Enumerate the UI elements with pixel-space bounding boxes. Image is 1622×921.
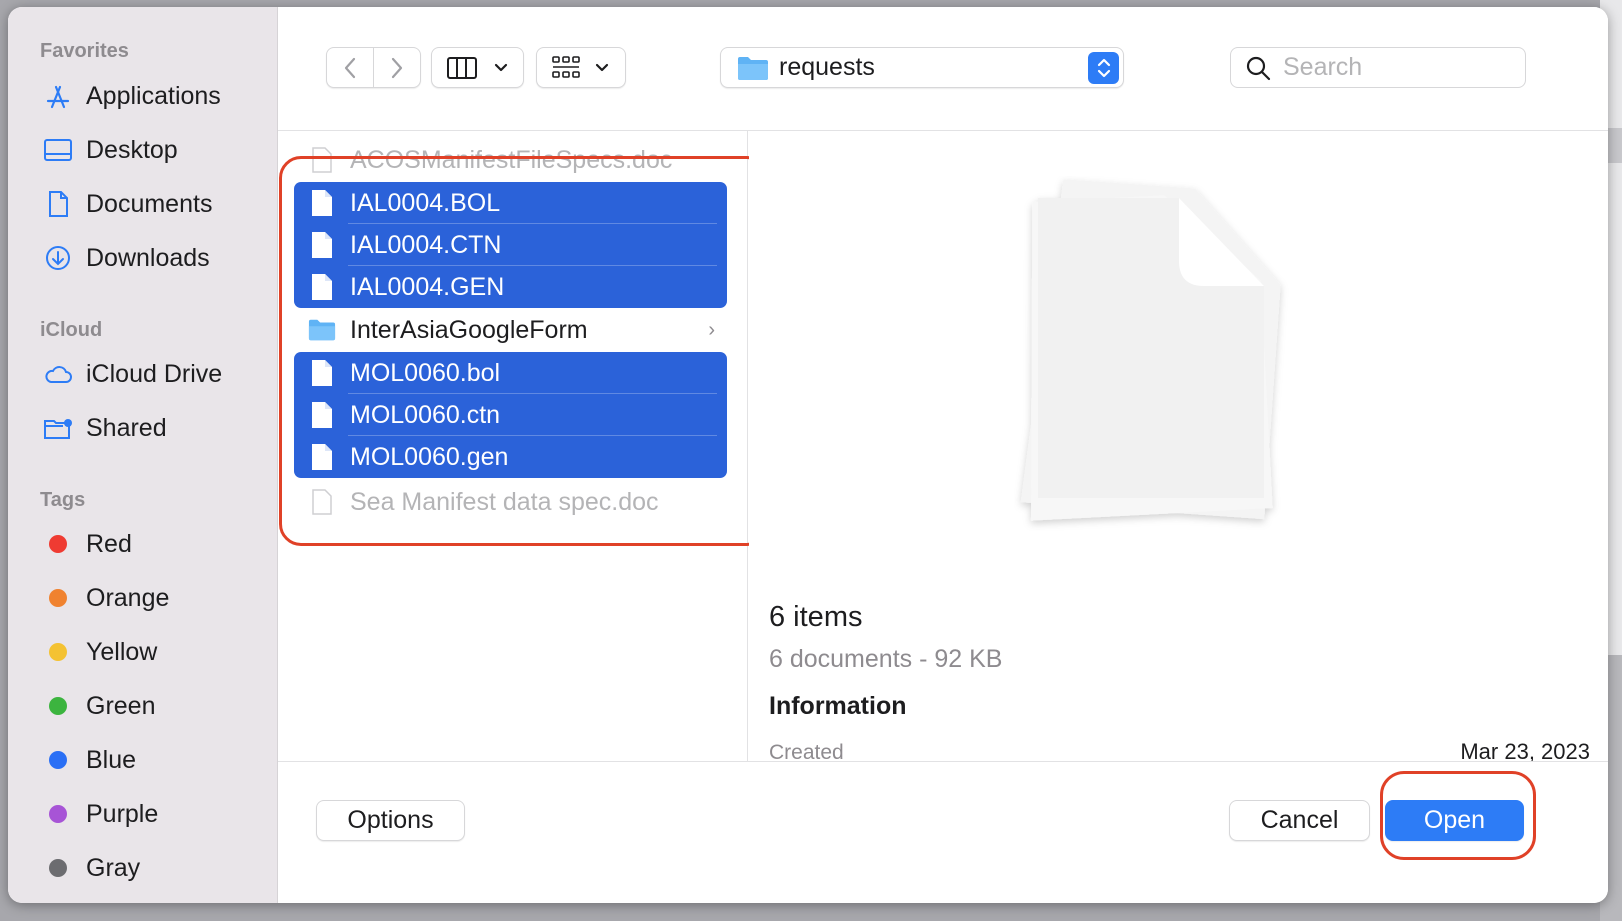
sidebar-item-downloads[interactable]: Downloads bbox=[40, 238, 270, 278]
preview-pane: 6 items 6 documents - 92 KB Information … bbox=[749, 131, 1608, 764]
back-button[interactable] bbox=[327, 48, 373, 87]
sidebar-item-label: Blue bbox=[86, 745, 137, 774]
tag-dot-icon bbox=[49, 697, 67, 715]
popup-stepper bbox=[1088, 52, 1119, 84]
folder-icon bbox=[738, 56, 768, 80]
bottom-bar: Options Cancel Open bbox=[278, 761, 1608, 903]
desktop-icon bbox=[40, 135, 76, 165]
sidebar: Favorites Applications Desktop Documents… bbox=[8, 7, 278, 903]
tag-dot-icon bbox=[49, 805, 67, 823]
toolbar: requests bbox=[278, 7, 1608, 131]
shared-folder-icon bbox=[40, 413, 76, 443]
search-icon bbox=[1246, 56, 1271, 80]
columns-view-icon bbox=[446, 56, 477, 79]
sidebar-item-label: Desktop bbox=[86, 135, 178, 164]
sidebar-item-label: Shared bbox=[86, 413, 167, 442]
location-popup[interactable]: requests bbox=[720, 47, 1124, 88]
annotation-highlight-open bbox=[1380, 771, 1536, 860]
sidebar-tag-yellow[interactable]: Yellow bbox=[40, 632, 270, 672]
group-by-button[interactable] bbox=[536, 47, 626, 88]
chevron-down-icon bbox=[595, 63, 609, 71]
sidebar-tag-red[interactable]: Red bbox=[40, 524, 270, 564]
open-file-dialog: Favorites Applications Desktop Documents… bbox=[8, 7, 1608, 903]
sidebar-item-label: Applications bbox=[86, 81, 221, 110]
documents-icon bbox=[40, 189, 76, 219]
cloud-icon bbox=[40, 359, 76, 389]
sidebar-tag-purple[interactable]: Purple bbox=[40, 794, 270, 834]
sidebar-item-icloud-drive[interactable]: iCloud Drive bbox=[40, 354, 270, 394]
back-forward-group bbox=[326, 47, 421, 88]
sidebar-tag-blue[interactable]: Blue bbox=[40, 740, 270, 780]
sidebar-item-desktop[interactable]: Desktop bbox=[40, 130, 270, 170]
sidebar-item-label: Orange bbox=[86, 583, 170, 612]
sidebar-item-label: Green bbox=[86, 691, 156, 720]
preview-title: 6 items bbox=[769, 601, 863, 633]
chevron-right-icon bbox=[391, 57, 403, 78]
forward-button[interactable] bbox=[374, 48, 420, 87]
chevron-left-icon bbox=[344, 57, 356, 78]
preview-info-header: Information bbox=[769, 692, 907, 720]
tag-dot-icon bbox=[49, 535, 67, 553]
sidebar-tag-orange[interactable]: Orange bbox=[40, 578, 270, 618]
search-input[interactable] bbox=[1283, 53, 1503, 82]
file-list: ACOSManifestFileSpecs.doc IAL0004.BOL IA… bbox=[278, 131, 769, 761]
group-grid-icon bbox=[552, 55, 580, 78]
sidebar-item-label: Yellow bbox=[86, 637, 158, 666]
location-label: requests bbox=[779, 53, 875, 81]
tag-dot-icon bbox=[49, 859, 67, 877]
view-mode-button[interactable] bbox=[431, 47, 524, 88]
search-field[interactable] bbox=[1230, 47, 1526, 88]
tags-header: Tags bbox=[40, 489, 86, 511]
favorites-header: Favorites bbox=[40, 40, 129, 62]
sidebar-item-label: Gray bbox=[86, 853, 141, 882]
multiple-documents-icon bbox=[1020, 179, 1281, 521]
sidebar-item-shared[interactable]: Shared bbox=[40, 408, 270, 448]
sidebar-tag-green[interactable]: Green bbox=[40, 686, 270, 726]
sidebar-tag-gray[interactable]: Gray bbox=[40, 848, 270, 888]
tag-dot-icon bbox=[49, 751, 67, 769]
chevron-down-icon bbox=[494, 63, 507, 71]
sidebar-item-label: Documents bbox=[86, 189, 213, 218]
annotation-highlight-files bbox=[279, 156, 769, 546]
sidebar-item-label: iCloud Drive bbox=[86, 359, 223, 388]
tag-dot-icon bbox=[49, 589, 67, 607]
preview-subtitle: 6 documents - 92 KB bbox=[769, 645, 1003, 673]
downloads-icon bbox=[40, 243, 76, 273]
sidebar-item-applications[interactable]: Applications bbox=[40, 76, 270, 116]
sidebar-item-label: Purple bbox=[86, 799, 159, 828]
tag-dot-icon bbox=[49, 643, 67, 661]
sidebar-item-label: Red bbox=[86, 529, 132, 558]
sidebar-item-label: Downloads bbox=[86, 243, 210, 272]
up-down-chevron-icon bbox=[1097, 58, 1110, 78]
sidebar-item-documents[interactable]: Documents bbox=[40, 184, 270, 224]
cancel-button[interactable]: Cancel bbox=[1229, 800, 1370, 841]
options-button[interactable]: Options bbox=[316, 800, 465, 841]
icloud-header: iCloud bbox=[40, 319, 103, 341]
applications-icon bbox=[40, 81, 76, 111]
